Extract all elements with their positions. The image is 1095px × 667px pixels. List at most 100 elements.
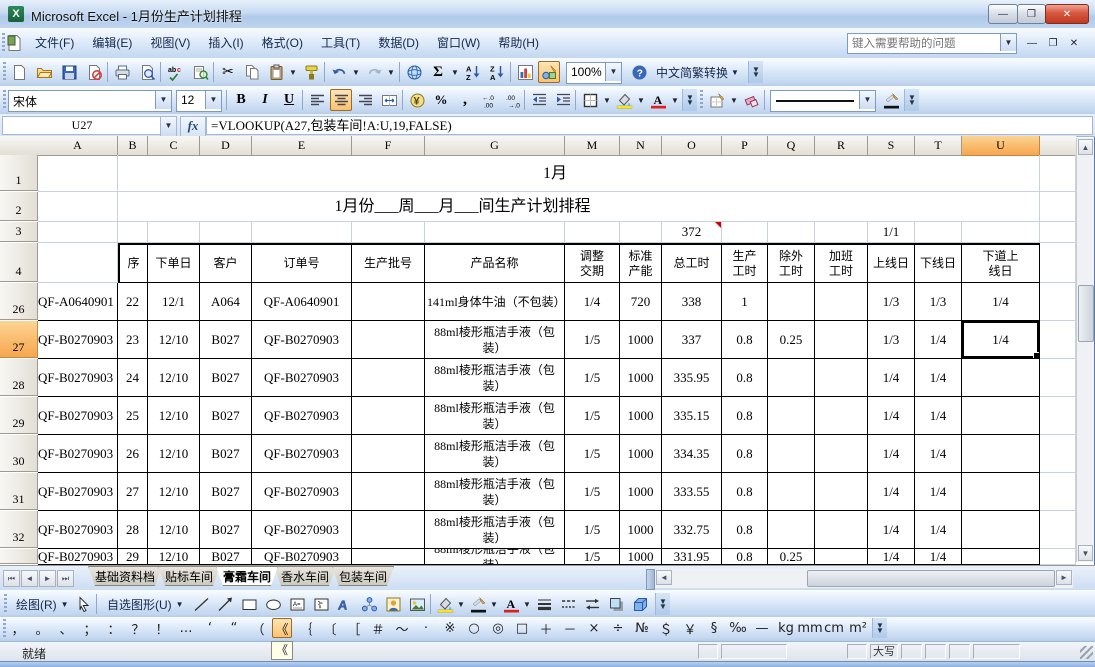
row-header-29[interactable]: 29: [0, 397, 38, 434]
cell-S31[interactable]: 1/4: [868, 473, 915, 511]
fill-handle[interactable]: [1033, 352, 1040, 359]
research-icon[interactable]: [189, 61, 211, 83]
cell-G29[interactable]: 88ml棱形瓶洁手液（包装）: [425, 397, 565, 435]
cell-B32[interactable]: 28: [118, 511, 148, 549]
chinese-conversion-button[interactable]: 中文简繁转换▼: [652, 61, 743, 83]
cell-C33[interactable]: 12/10: [148, 549, 200, 565]
cell-G32[interactable]: 88ml棱形瓶洁手液（包装）: [425, 511, 565, 549]
font-size-combo[interactable]: 12▼: [176, 90, 222, 112]
symbol-button-5[interactable]: ？: [128, 618, 148, 638]
cell-E30[interactable]: QF-B0270903: [252, 435, 352, 473]
comma-icon[interactable]: ,: [454, 89, 476, 111]
scroll-right-icon[interactable]: ►: [1056, 570, 1072, 585]
cell-F27[interactable]: [352, 321, 425, 359]
symbol-button-31[interactable]: —: [752, 618, 772, 638]
cell-O26[interactable]: 338: [662, 283, 722, 321]
window-close-icon[interactable]: ✕: [1065, 36, 1083, 51]
chevron-down-icon[interactable]: ▼: [1000, 34, 1016, 51]
cell-N27[interactable]: 1000: [620, 321, 662, 359]
chevron-down-icon[interactable]: ▼: [859, 91, 875, 109]
cell-B30[interactable]: 26: [118, 435, 148, 473]
row-header-26[interactable]: 26: [0, 283, 38, 320]
italic-icon[interactable]: I: [254, 89, 276, 111]
column-header-Q[interactable]: Q: [768, 136, 815, 156]
cell-S32[interactable]: 1/4: [868, 511, 915, 549]
column-header-D[interactable]: D: [200, 136, 252, 156]
open-folder-icon[interactable]: [33, 61, 55, 83]
cell-F30[interactable]: [352, 435, 425, 473]
cell-beyond[interactable]: [1040, 243, 1076, 283]
redo-icon[interactable]: [363, 61, 385, 83]
cell-U32[interactable]: [962, 511, 1040, 549]
fill-color-icon[interactable]: [613, 89, 635, 111]
align-center-icon[interactable]: [330, 89, 352, 111]
symbol-button-19[interactable]: ○: [464, 618, 484, 638]
font-color-dropdown-icon[interactable]: ▼: [521, 593, 533, 615]
line-icon[interactable]: [190, 593, 212, 615]
symbol-button-21[interactable]: □: [512, 618, 532, 638]
cell-N32[interactable]: 1000: [620, 511, 662, 549]
line-color-dropdown-icon[interactable]: ▼: [488, 593, 500, 615]
font-color-icon[interactable]: A: [647, 89, 669, 111]
sheet-tab-香水车间[interactable]: 香水车间: [274, 566, 336, 586]
cell-Q33[interactable]: 0.25: [768, 549, 815, 565]
cell-E26[interactable]: QF-A0640901: [252, 283, 352, 321]
cell-S30[interactable]: 1/4: [868, 435, 915, 473]
3d-style-icon[interactable]: [629, 593, 651, 615]
cell-B33[interactable]: 29: [118, 549, 148, 565]
toolbar-options-chevron[interactable]: ▼▼: [748, 61, 763, 83]
draw-border-icon[interactable]: [706, 89, 728, 111]
line-color-icon[interactable]: [880, 89, 902, 111]
cell-F3[interactable]: [352, 222, 425, 243]
cell-B31[interactable]: 27: [118, 473, 148, 511]
table-header-C[interactable]: 下单日: [148, 243, 200, 283]
table-header-G[interactable]: 产品名称: [425, 243, 565, 283]
cell-D31[interactable]: B027: [200, 473, 252, 511]
cell-N28[interactable]: 1000: [620, 359, 662, 397]
name-box[interactable]: U27: [2, 116, 162, 135]
cell-E27[interactable]: QF-B0270903: [252, 321, 352, 359]
horizontal-scroll-thumb[interactable]: [807, 570, 1055, 587]
permission-icon[interactable]: [83, 61, 105, 83]
cell-S27[interactable]: 1/3: [868, 321, 915, 359]
cell-R29[interactable]: [815, 397, 868, 435]
line-style-icon[interactable]: [533, 593, 555, 615]
table-header-T[interactable]: 下线日: [915, 243, 962, 283]
cell-R33[interactable]: [815, 549, 868, 565]
increase-decimal-icon[interactable]: ←.0.00: [478, 89, 500, 111]
cell-D28[interactable]: B027: [200, 359, 252, 397]
cell-beyond[interactable]: [1040, 222, 1076, 243]
symbol-button-23[interactable]: －: [560, 618, 580, 638]
cell-M3[interactable]: [565, 222, 620, 243]
cut-icon[interactable]: ✂: [217, 61, 239, 83]
cell-T32[interactable]: 1/4: [915, 511, 962, 549]
symbol-button-34[interactable]: cm: [824, 618, 844, 638]
cell-beyond[interactable]: [1040, 359, 1076, 397]
cell-G28[interactable]: 88ml棱形瓶洁手液（包装）: [425, 359, 565, 397]
diagram-icon[interactable]: [358, 593, 380, 615]
paste-icon[interactable]: [265, 61, 287, 83]
menu-视图(V)[interactable]: 视图(V): [141, 29, 199, 57]
row-header-partial[interactable]: [0, 549, 38, 564]
next-sheet-icon[interactable]: ►: [39, 570, 56, 587]
resize-grip[interactable]: [1080, 646, 1093, 659]
cell-Q3[interactable]: [768, 222, 815, 243]
redo-dropdown-icon[interactable]: ▼: [385, 61, 397, 83]
window-restore-icon[interactable]: ❐: [1044, 36, 1062, 51]
row-header-27[interactable]: 27: [0, 321, 38, 358]
insert-function-icon[interactable]: fx: [180, 116, 206, 137]
help-icon[interactable]: ?: [628, 61, 650, 83]
symbol-button-30[interactable]: ‰: [728, 618, 748, 638]
horizontal-scrollbar[interactable]: ◄ ►: [655, 569, 1073, 588]
cell-E29[interactable]: QF-B0270903: [252, 397, 352, 435]
cell-beyond[interactable]: [1040, 192, 1076, 222]
cell-B29[interactable]: 25: [118, 397, 148, 435]
align-left-icon[interactable]: [306, 89, 328, 111]
row-header-3[interactable]: 3: [0, 222, 38, 242]
symbol-button-17[interactable]: ·: [416, 618, 436, 638]
cell-P26[interactable]: 1: [722, 283, 768, 321]
symbol-button-8[interactable]: ‘: [200, 618, 220, 638]
cell-M27[interactable]: 1/5: [565, 321, 620, 359]
vertical-scrollbar[interactable]: ▲ ▼: [1076, 138, 1094, 562]
cell-T27[interactable]: 1/4: [915, 321, 962, 359]
